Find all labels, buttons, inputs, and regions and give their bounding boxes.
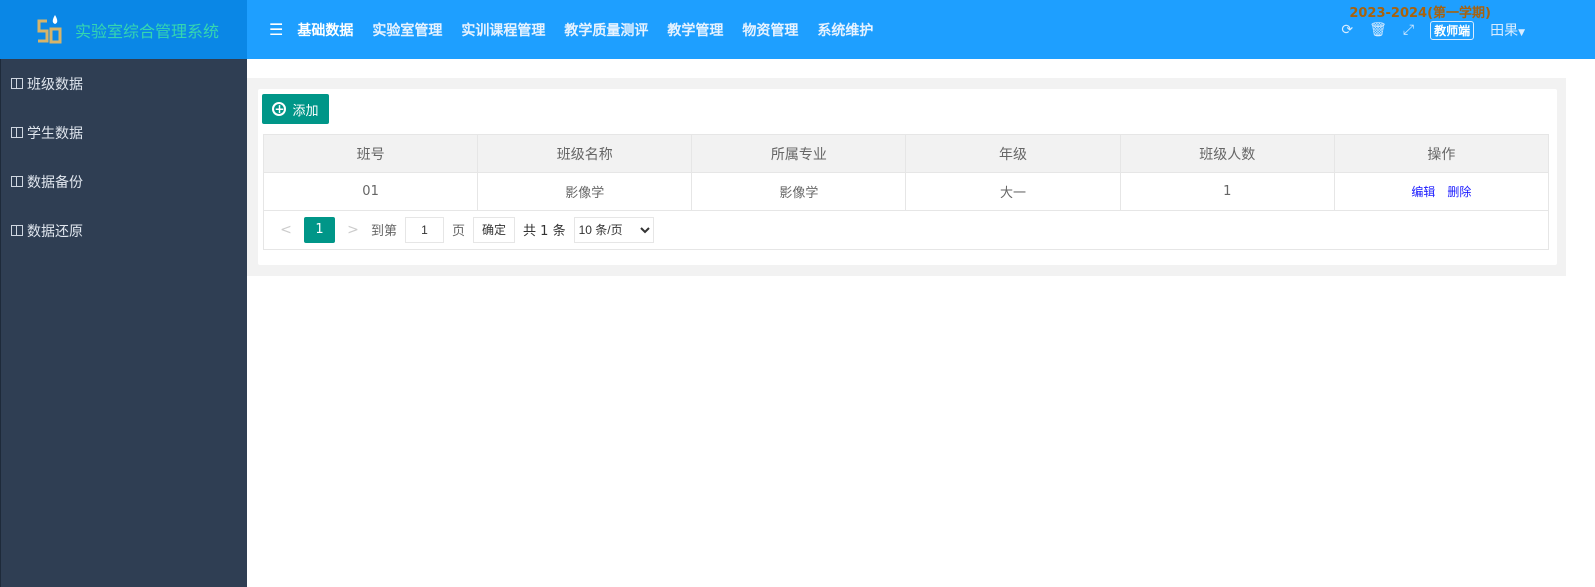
plus-circle-icon: + xyxy=(272,102,287,116)
panel-icon xyxy=(11,78,23,89)
add-button[interactable]: + 添加 xyxy=(262,94,329,124)
goto-label: 到第 xyxy=(371,224,398,239)
content-card: + 添加 班号 班级名称 所属专业 年级 班级人数 操作 01 影像学 影像学 大… xyxy=(258,89,1557,265)
sidebar: 班级数据 学生数据 数据备份 数据还原 xyxy=(0,59,247,587)
pagination: < 1 > 到第 页 确定 共 1 条 10 条/页 xyxy=(263,210,1549,250)
total-count: 共 1 条 xyxy=(523,224,566,239)
panel-icon xyxy=(11,127,23,138)
panel-icon xyxy=(11,176,23,187)
cell-major: 影像学 xyxy=(691,172,907,211)
page-size-select[interactable]: 10 条/页 xyxy=(573,216,654,243)
next-page-icon[interactable]: > xyxy=(343,222,363,238)
nav-teaching[interactable]: 教学管理 xyxy=(667,20,723,40)
trash-icon[interactable]: 🗑 xyxy=(1369,22,1387,38)
page-current[interactable]: 1 xyxy=(304,216,335,243)
col-major: 所属专业 xyxy=(691,134,907,173)
sidebar-item-backup[interactable]: 数据备份 xyxy=(1,157,247,206)
nav-training-course[interactable]: 实训课程管理 xyxy=(461,20,545,40)
refresh-icon[interactable]: ⟳ xyxy=(1341,22,1353,38)
nav-quality-eval[interactable]: 教学质量测评 xyxy=(564,20,648,40)
confirm-button[interactable]: 确定 xyxy=(473,216,516,243)
caret-down-icon: ▼ xyxy=(1518,28,1525,38)
user-menu[interactable]: 田果▼ xyxy=(1490,20,1525,40)
sidebar-item-label: 班级数据 xyxy=(27,76,83,93)
nav-system[interactable]: 系统维护 xyxy=(817,20,873,40)
cell-actions: 编辑 删除 xyxy=(1333,172,1550,211)
table-row: 01 影像学 影像学 大一 1 编辑 删除 xyxy=(262,172,1550,211)
add-label: 添加 xyxy=(292,103,319,119)
panel-icon xyxy=(11,225,23,236)
term-label: 2023-2024(第一学期) xyxy=(1349,6,1491,21)
sidebar-item-label: 学生数据 xyxy=(27,125,83,142)
sidebar-item-label: 数据备份 xyxy=(27,174,83,191)
menu-toggle-icon[interactable]: ☰ xyxy=(269,20,283,39)
cell-class-name: 影像学 xyxy=(477,172,693,211)
sidebar-item-label: 数据还原 xyxy=(27,223,83,240)
top-navbar: ☰ 基础数据 实验室管理 实训课程管理 教学质量测评 教学管理 物资管理 系统维… xyxy=(247,0,1595,59)
col-grade: 年级 xyxy=(905,134,1121,173)
nav-lab-management[interactable]: 实验室管理 xyxy=(372,20,442,40)
table-header: 班号 班级名称 所属专业 年级 班级人数 操作 xyxy=(262,134,1550,173)
delete-link[interactable]: 删除 xyxy=(1447,185,1471,199)
cell-count: 1 xyxy=(1119,172,1335,211)
nav-basic-data[interactable]: 基础数据 xyxy=(297,20,353,40)
goto-page-input[interactable] xyxy=(405,216,445,243)
content-area: + 添加 班号 班级名称 所属专业 年级 班级人数 操作 01 影像学 影像学 大… xyxy=(247,78,1566,276)
user-name: 田果 xyxy=(1490,23,1519,39)
col-class-name: 班级名称 xyxy=(477,134,693,173)
prev-page-icon[interactable]: < xyxy=(276,222,296,238)
sidebar-item-restore[interactable]: 数据还原 xyxy=(1,206,247,255)
col-actions: 操作 xyxy=(1333,134,1550,173)
app-title: 实验室综合管理系统 xyxy=(75,21,220,41)
fullscreen-icon[interactable]: ⤢ xyxy=(1403,22,1414,38)
sidebar-item-student-data[interactable]: 学生数据 xyxy=(1,108,247,157)
nav-materials[interactable]: 物资管理 xyxy=(742,20,798,40)
cell-class-no: 01 xyxy=(262,172,479,211)
class-table: 班号 班级名称 所属专业 年级 班级人数 操作 01 影像学 影像学 大一 1 … xyxy=(262,134,1550,211)
edit-link[interactable]: 编辑 xyxy=(1411,185,1435,199)
sidebar-item-class-data[interactable]: 班级数据 xyxy=(1,59,247,108)
logo-icon xyxy=(37,14,62,43)
page-label: 页 xyxy=(452,224,466,239)
role-badge[interactable]: 教师端 xyxy=(1430,20,1475,40)
col-count: 班级人数 xyxy=(1119,134,1335,173)
app-logo: 实验室综合管理系统 xyxy=(0,0,247,59)
cell-grade: 大一 xyxy=(905,172,1121,211)
col-class-no: 班号 xyxy=(262,134,479,173)
